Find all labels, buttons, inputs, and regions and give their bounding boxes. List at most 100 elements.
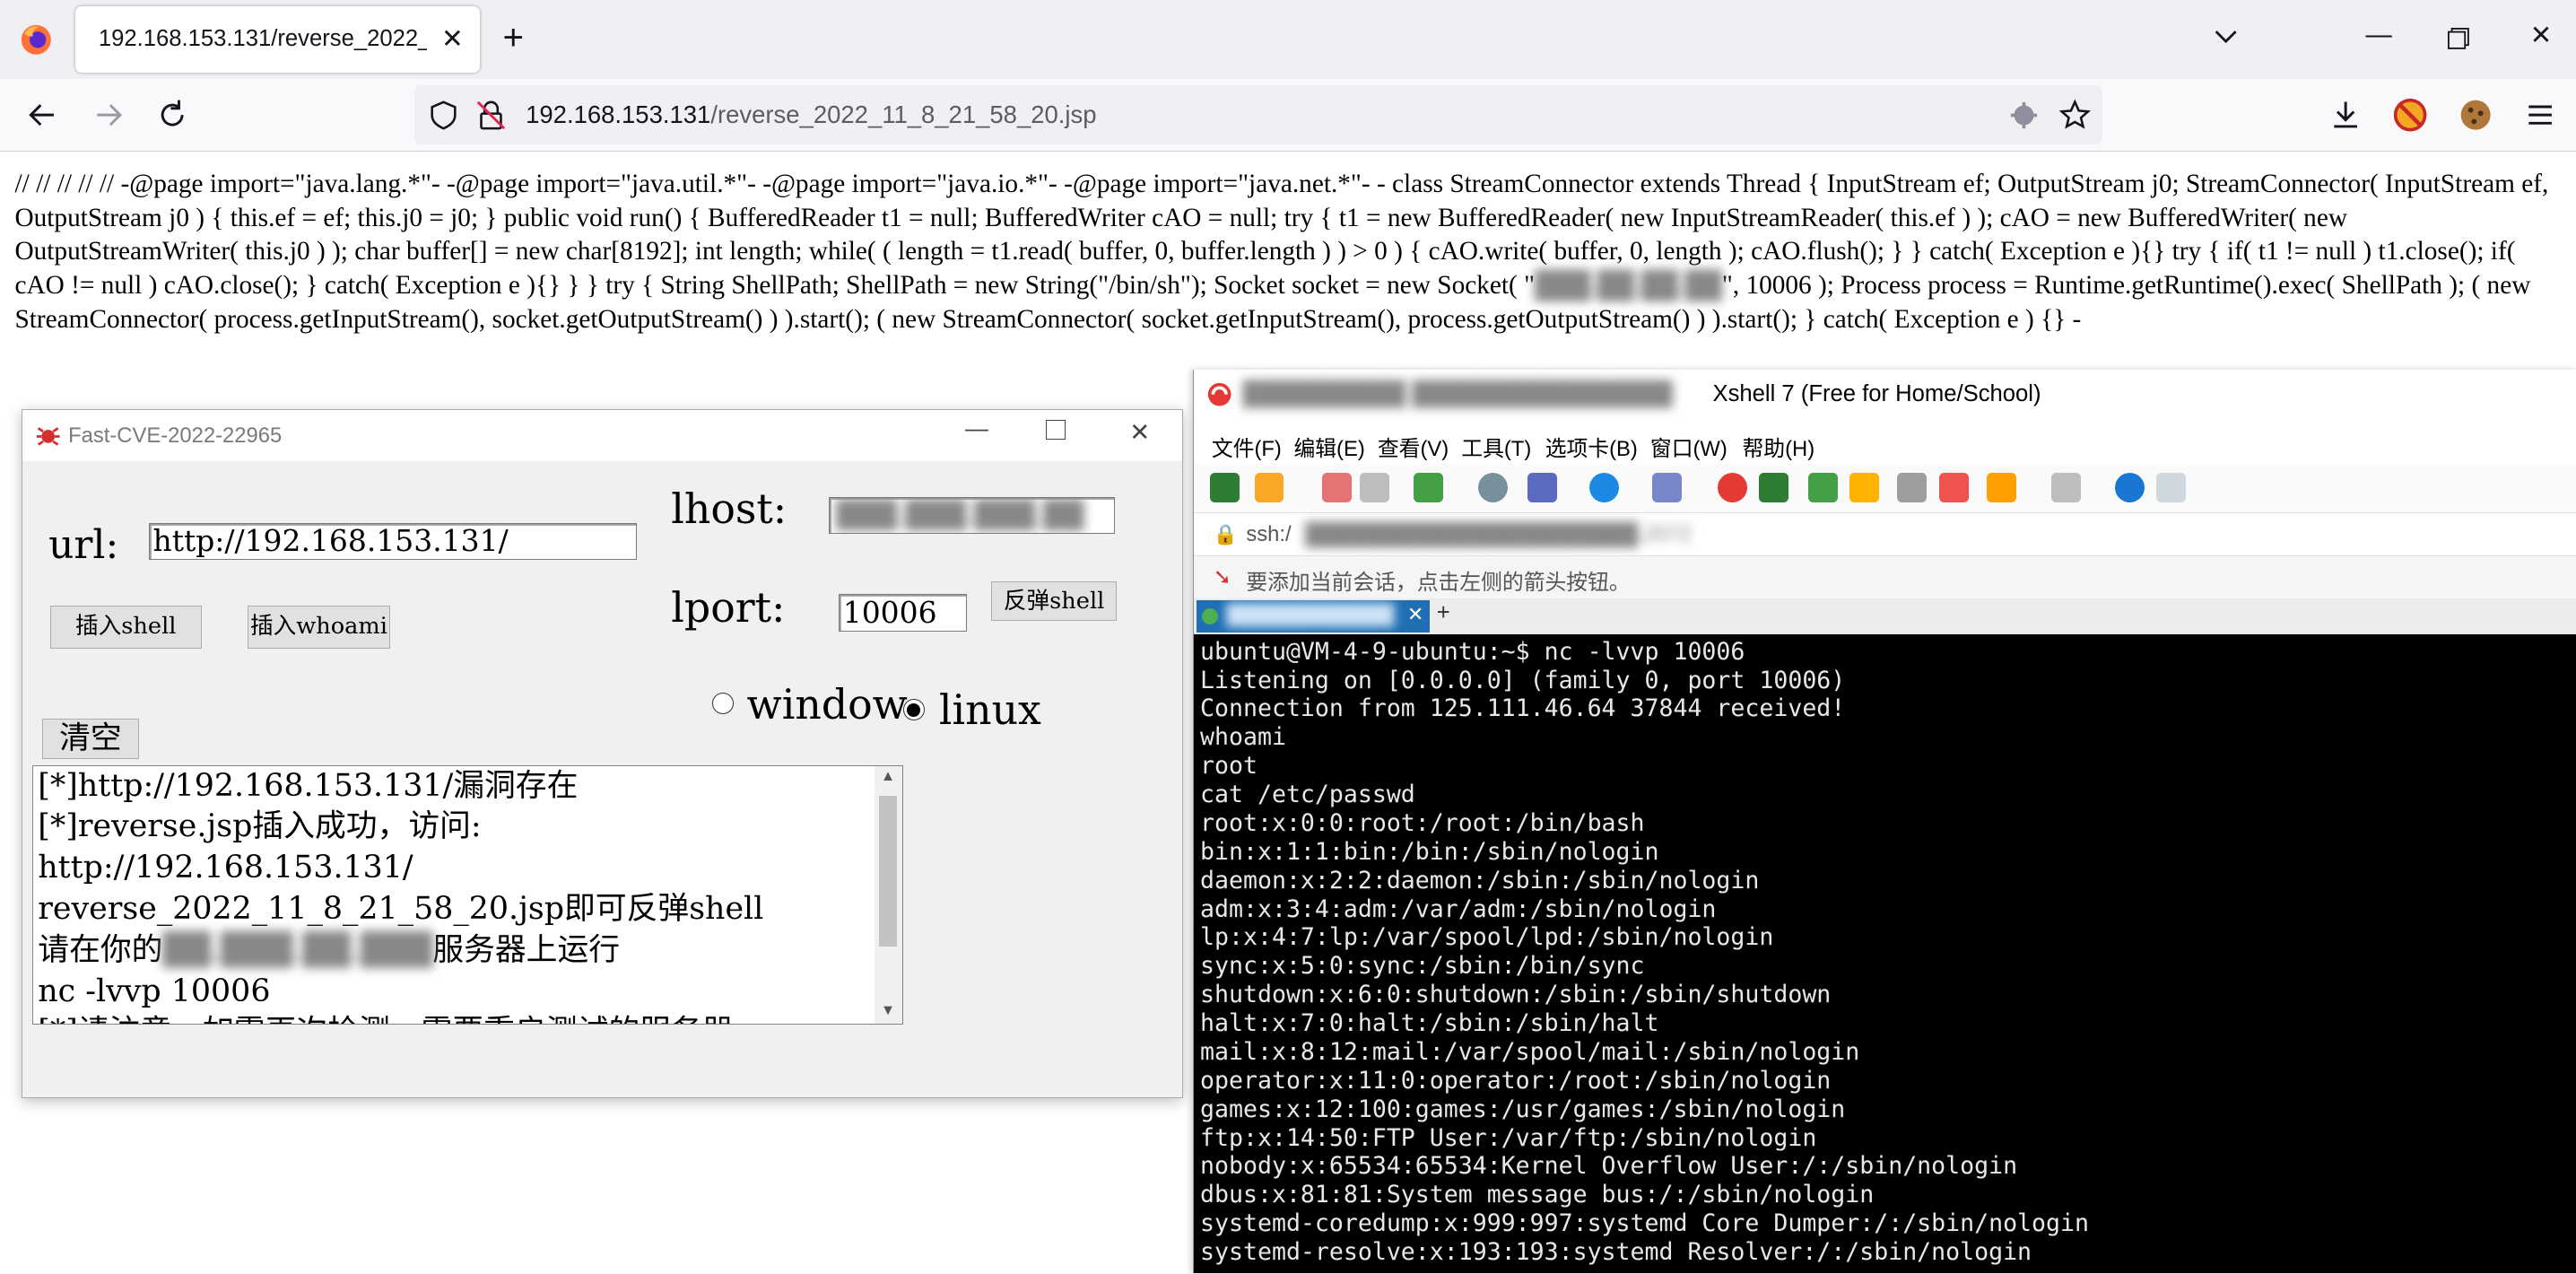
download-icon[interactable] bbox=[2328, 97, 2363, 133]
terminal-line: adm:x:3:4:adm:/var/adm:/sbin/nologin bbox=[1200, 894, 1717, 923]
shield-icon[interactable] bbox=[429, 100, 458, 130]
back-icon[interactable] bbox=[24, 97, 60, 133]
xshell-window: ██████████ ████████████████ Xshell 7 (Fr… bbox=[1192, 370, 2576, 1274]
clear-button[interactable]: 清空 bbox=[41, 719, 139, 759]
redacted-ip: ███.██.██.██ bbox=[1535, 271, 1722, 301]
layout-icon[interactable] bbox=[2050, 473, 2081, 503]
extension-icon[interactable] bbox=[2009, 100, 2039, 130]
maximize-icon[interactable] bbox=[1045, 420, 1066, 441]
session-tab[interactable]: ████████████ ✕ bbox=[1197, 599, 1431, 633]
tab-title: 192.168.153.131/reverse_2022_11_8_21_58_… bbox=[98, 26, 427, 52]
search-icon[interactable] bbox=[1477, 473, 1508, 503]
star-icon[interactable] bbox=[2058, 99, 2092, 132]
insert-shell-button[interactable]: 插入shell bbox=[49, 606, 202, 649]
radio-window-label: window bbox=[746, 681, 908, 729]
minimize-icon[interactable]: — bbox=[2366, 20, 2392, 50]
xshell-address-bar[interactable]: 🔒 ssh:/ ██████████████████████.2072 bbox=[1193, 512, 2576, 557]
close-icon[interactable]: ✕ bbox=[441, 23, 464, 55]
xshell-title: Xshell 7 (Free for Home/School) bbox=[1712, 380, 2041, 406]
plus-icon[interactable]: + bbox=[1437, 600, 1450, 626]
output-line: [*]请注意，如需再次检测，需要重启测试的服务器 bbox=[33, 1012, 902, 1024]
terminal-line: operator:x:11:0:operator:/root:/sbin/nol… bbox=[1200, 1066, 1832, 1095]
compose-icon[interactable] bbox=[1987, 473, 2017, 503]
properties-icon[interactable] bbox=[1414, 473, 1444, 503]
insecure-lock-icon[interactable] bbox=[476, 100, 506, 130]
output-line: [*]http://192.168.153.131/漏洞存在 bbox=[38, 767, 579, 804]
transfer-icon[interactable] bbox=[1527, 473, 1557, 503]
browser-nav-bar: 192.168.153.131/reverse_2022_11_8_21_58_… bbox=[0, 78, 2576, 153]
menu-help[interactable]: 帮助(H) bbox=[1742, 431, 1815, 462]
menu-view[interactable]: 查看(V) bbox=[1378, 431, 1449, 462]
output-line: reverse_2022_11_8_21_58_20.jsp即可反弹shell bbox=[38, 891, 764, 928]
redacted-tab-name: ████████████ bbox=[1226, 603, 1395, 626]
radio-linux-label: linux bbox=[938, 685, 1041, 734]
menu-file[interactable]: 文件(F) bbox=[1212, 431, 1282, 462]
addon-icon[interactable] bbox=[2392, 97, 2428, 133]
url-bar[interactable]: 192.168.153.131/reverse_2022_11_8_21_58_… bbox=[413, 85, 2103, 145]
menu-window[interactable]: 窗口(W) bbox=[1650, 431, 1727, 462]
lock-icon[interactable] bbox=[1849, 473, 1879, 503]
restore-icon[interactable] bbox=[2448, 28, 2469, 49]
open-folder-icon[interactable] bbox=[1254, 473, 1284, 503]
highlight-icon[interactable] bbox=[1939, 473, 1970, 503]
radio-linux[interactable] bbox=[902, 699, 925, 721]
tunnel-icon[interactable] bbox=[1758, 473, 1788, 503]
window-close-icon[interactable]: ✕ bbox=[1129, 418, 1150, 447]
terminal-line: daemon:x:2:2:daemon:/sbin:/sbin/nologin bbox=[1200, 866, 1760, 894]
help-icon[interactable] bbox=[2115, 473, 2145, 503]
browser-tab[interactable]: 192.168.153.131/reverse_2022_11_8_21_58_… bbox=[75, 6, 480, 73]
new-session-icon[interactable] bbox=[1210, 473, 1240, 503]
fullscreen-icon[interactable] bbox=[1807, 473, 1838, 503]
reload-icon[interactable] bbox=[154, 97, 190, 133]
keyboard-icon[interactable] bbox=[1896, 473, 1927, 503]
output-textbox[interactable]: [*]http://192.168.153.131/漏洞存在 [*]revers… bbox=[31, 764, 903, 1025]
forward-icon[interactable] bbox=[91, 97, 126, 133]
lhost-input[interactable]: ███.███.███.██ bbox=[829, 497, 1115, 534]
terminal-line: lp:x:4:7:lp:/var/spool/lpd:/sbin/nologin bbox=[1200, 923, 1774, 952]
globe-icon[interactable] bbox=[1589, 473, 1620, 503]
lhost-label: lhost: bbox=[671, 485, 788, 534]
firefox-icon[interactable] bbox=[20, 23, 53, 57]
terminal-line: shutdown:x:6:0:shutdown:/sbin:/sbin/shut… bbox=[1200, 981, 1832, 1009]
lport-input[interactable]: 10006 bbox=[839, 594, 968, 633]
url-text[interactable]: 192.168.153.131/reverse_2022_11_8_21_58_… bbox=[526, 100, 1096, 129]
menu-tabs[interactable]: 选项卡(B) bbox=[1545, 431, 1638, 462]
terminal[interactable]: ubuntu@VM-4-9-ubuntu:~$ nc -lvvp 10006 Li… bbox=[1193, 633, 2576, 1274]
reverse-shell-button[interactable]: 反弹shell bbox=[991, 580, 1117, 621]
terminal-line: systemd-resolve:x:193:193:systemd Resolv… bbox=[1200, 1238, 2032, 1267]
cookie-icon[interactable] bbox=[2458, 97, 2493, 133]
terminal-line: Connection from 125.111.46.64 37844 rece… bbox=[1200, 694, 1846, 723]
xshell-toolbar bbox=[1193, 463, 2576, 513]
browser-tab-bar: 192.168.153.131/reverse_2022_11_8_21_58_… bbox=[0, 0, 2576, 79]
menu-tools[interactable]: 工具(T) bbox=[1461, 431, 1531, 462]
connect-icon[interactable] bbox=[1321, 473, 1352, 503]
terminal-line: systemd-coredump:x:999:997:systemd Core … bbox=[1200, 1209, 2089, 1238]
hint-text: 要添加当前会话，点击左侧的箭头按钮。 bbox=[1246, 571, 1631, 596]
scroll-up-icon[interactable]: ▲ bbox=[881, 768, 895, 785]
arrow-icon[interactable]: ➘ bbox=[1214, 564, 1231, 590]
chat-icon[interactable] bbox=[2156, 473, 2187, 503]
xftp-icon[interactable] bbox=[1718, 473, 1747, 503]
output-line: nc -lvvp 10006 bbox=[38, 973, 271, 1009]
url-host: 192.168.153.131 bbox=[526, 100, 711, 128]
scroll-thumb[interactable] bbox=[879, 795, 898, 947]
insert-whoami-button[interactable]: 插入whoami bbox=[247, 606, 391, 649]
window-close-icon[interactable]: ✕ bbox=[2530, 20, 2553, 51]
terminal-line: halt:x:7:0:halt:/sbin:/sbin/halt bbox=[1200, 1009, 1659, 1038]
output-scrollbar[interactable]: ▲ ▼ bbox=[874, 765, 902, 1025]
chevron-down-icon[interactable] bbox=[2213, 23, 2239, 49]
bug-icon bbox=[37, 427, 60, 446]
lport-label: lport: bbox=[671, 584, 786, 633]
scroll-down-icon[interactable]: ▼ bbox=[881, 1002, 895, 1019]
status-icon bbox=[1201, 607, 1219, 624]
url-input[interactable]: http://192.168.153.131/ bbox=[148, 523, 637, 560]
minimize-icon[interactable]: — bbox=[965, 416, 988, 442]
plus-icon[interactable]: + bbox=[502, 19, 524, 56]
fast-cve-window: Fast-CVE-2022-22965 — ✕ url: http://192.… bbox=[21, 409, 1183, 1098]
close-icon[interactable]: ✕ bbox=[1407, 603, 1423, 626]
menu-edit[interactable]: 编辑(E) bbox=[1293, 431, 1364, 462]
disconnect-icon[interactable] bbox=[1359, 473, 1389, 503]
menu-icon[interactable] bbox=[2522, 97, 2558, 133]
font-icon[interactable] bbox=[1651, 473, 1682, 503]
radio-window[interactable] bbox=[712, 693, 735, 715]
